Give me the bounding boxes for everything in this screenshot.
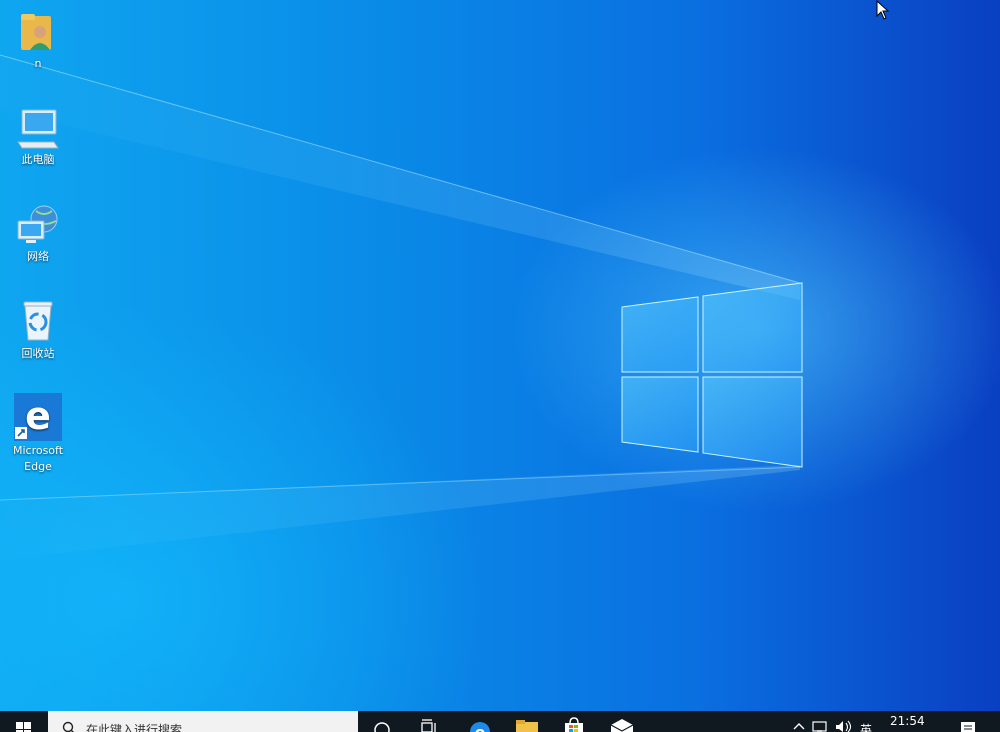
tray-volume-button[interactable] [833, 711, 855, 732]
chevron-up-icon [793, 723, 805, 730]
search-icon [62, 721, 74, 732]
svg-text:e: e [25, 394, 51, 438]
start-button[interactable] [0, 711, 48, 732]
action-center-button[interactable] [956, 711, 980, 732]
computer-icon [17, 109, 59, 149]
volume-icon [836, 720, 852, 732]
desktop-icon-label: 网络 [27, 250, 49, 263]
tray-network-button[interactable] [810, 711, 832, 732]
recycle-bin-icon [23, 301, 53, 341]
taskbar-store-button[interactable] [552, 711, 596, 732]
desktop-icon-label: 此电脑 [21, 153, 55, 166]
network-status-icon [812, 721, 827, 732]
desktop-icon-recycle-bin[interactable]: 回收站 [0, 298, 76, 362]
search-placeholder: 在此键入进行搜索 [86, 723, 183, 732]
windows-logo-light [0, 54, 803, 560]
store-icon [565, 717, 583, 732]
desktop-icon-label: 回收站 [21, 347, 55, 360]
tray-overflow-button[interactable] [788, 711, 810, 732]
desktop-icon-this-pc[interactable]: 此电脑 [0, 106, 76, 168]
network-icon [17, 205, 58, 243]
svg-text:e: e [475, 723, 486, 732]
cortana-icon [374, 722, 390, 732]
tray-input-language[interactable]: 英 [858, 711, 878, 732]
taskbar-clock[interactable]: 21:54 [890, 714, 925, 728]
mouse-cursor-icon [876, 0, 890, 20]
notification-icon [961, 722, 975, 732]
edge-icon: e [14, 393, 62, 441]
taskbar: 在此键入进行搜索 e [0, 711, 1000, 732]
desktop-wallpaper [0, 0, 1000, 732]
desktop-icon-label: n [34, 57, 42, 70]
desktop-icon-network[interactable]: 网络 [0, 203, 76, 265]
windows-start-icon [16, 722, 31, 732]
taskbar-search-box[interactable]: 在此键入进行搜索 [48, 711, 358, 732]
desktop-icon-label: Microsoft Edge [12, 444, 64, 473]
taskbar-file-explorer-button[interactable] [505, 711, 549, 732]
taskbar-mail-button[interactable] [600, 711, 644, 732]
input-language-label: 英 [860, 723, 873, 732]
cortana-button[interactable] [360, 711, 404, 732]
file-explorer-icon [516, 720, 538, 732]
desktop-icon-edge[interactable]: e Microsoft Edge [0, 393, 76, 475]
task-view-icon [421, 719, 436, 732]
edge-icon: e [470, 722, 490, 732]
user-folder-icon [21, 14, 51, 50]
mail-icon [610, 719, 634, 732]
task-view-button[interactable] [408, 711, 452, 732]
desktop-icon-user-folder[interactable]: n [0, 10, 76, 72]
taskbar-edge-button[interactable]: e [458, 711, 502, 732]
